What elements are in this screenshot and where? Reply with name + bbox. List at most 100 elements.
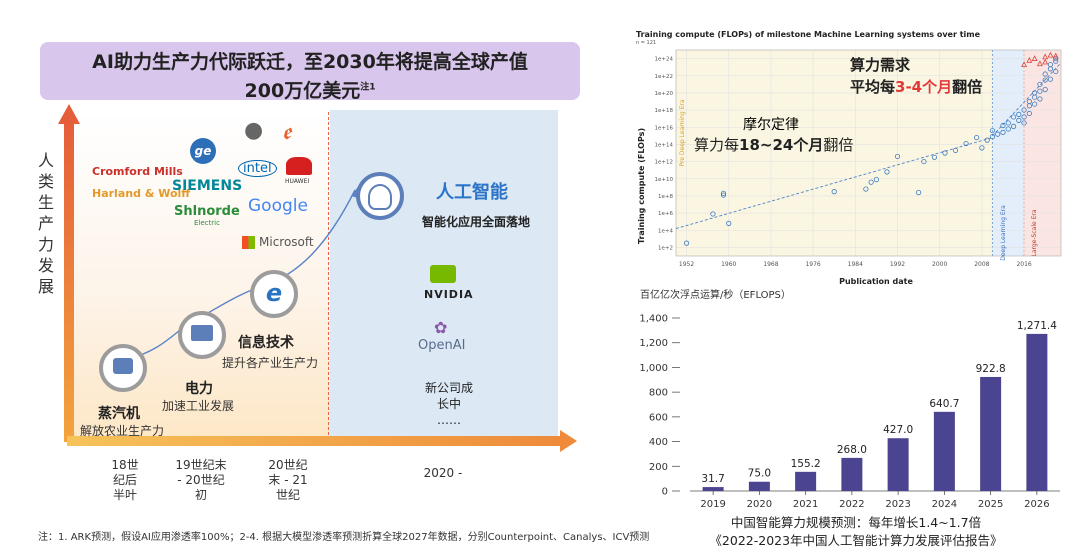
bar-caption-2: 《2022-2023年中国人工智能计算力发展评估报告》 xyxy=(709,533,1003,548)
bar-category-label: 2026 xyxy=(1024,499,1049,510)
logo-shlnorde: Shlnorde xyxy=(174,204,240,219)
x-label-20th-l1: 20世纪 xyxy=(268,458,308,472)
era-ai-sub: 智能化应用全面落地 xyxy=(422,215,531,229)
moore-law-pre: 算力每 xyxy=(694,136,739,154)
dl-region xyxy=(992,50,1025,256)
bar-y-tick-label: 1,200 xyxy=(640,338,668,349)
bar-value-labels: 31.7 75.0 155.2 268.0 427.0 640.7 922.8 1,271.4 xyxy=(701,320,1057,485)
x-label-19th: 19世纪末 - 20世纪 初 xyxy=(166,458,236,503)
bar xyxy=(795,471,817,491)
scatter-xlabel: Publication date xyxy=(839,277,913,286)
compute-scatter-chart: Training compute (FLOPs) of milestone Ma… xyxy=(636,30,1062,286)
x-tick-label: 1992 xyxy=(890,261,905,268)
era-ai-title: 人工智能 xyxy=(436,182,508,203)
y-tick-label: 1e+16 xyxy=(655,125,674,131)
bar xyxy=(933,411,955,491)
bar-value-label: 155.2 xyxy=(791,458,821,470)
moore-law-post: 翻倍 xyxy=(823,136,853,154)
x-label-19th-l3: 初 xyxy=(194,488,207,502)
x-arrow-head xyxy=(560,430,577,452)
factory-icon xyxy=(191,325,213,341)
headline-banner: AI助力生产力代际跃迁，至2030年将提高全球产值 200万亿美元注1 xyxy=(40,42,580,102)
bar xyxy=(748,481,770,491)
bar-value-label: 922.8 xyxy=(976,363,1006,375)
ie-browser-icon: e xyxy=(265,279,283,307)
y-axis-arrow xyxy=(64,122,74,442)
bar-y-tick-label: 400 xyxy=(649,437,668,448)
x-tick-label: 1952 xyxy=(679,261,694,268)
x-label-18th-l2: 纪后 xyxy=(112,473,137,487)
logo-intel: intel xyxy=(238,160,277,177)
bar-y-tick-label: 0 xyxy=(662,487,668,498)
scatter-subtitle: n = 121 xyxy=(636,40,656,46)
x-tick-label: 1968 xyxy=(763,261,778,268)
nvidia-logo-icon xyxy=(430,265,456,283)
x-label-19th-l1: 19世纪末 xyxy=(175,458,227,472)
bar-category-label: 2019 xyxy=(700,499,725,510)
logo-cromford-mills: Cromford Mills xyxy=(92,165,183,178)
x-label-18th-l3: 半叶 xyxy=(112,488,137,502)
compute-demand-post: 翻倍 xyxy=(952,78,982,96)
era-electric-title: 电力 xyxy=(185,381,213,397)
openai-logo-icon: ✿ xyxy=(434,318,448,337)
it-circle: e xyxy=(250,270,298,318)
logo-microsoft: Microsoft xyxy=(259,235,314,249)
bar-category-label: 2024 xyxy=(932,499,957,510)
bar-value-label: 640.7 xyxy=(929,398,959,410)
logo-siemens: SIEMENS xyxy=(172,178,243,194)
region-dl: Deep Learning Era xyxy=(1000,205,1007,261)
bar-y-tick-label: 1,400 xyxy=(640,314,668,325)
bar-category-label: 2021 xyxy=(793,499,818,510)
y-tick-label: 1e+4 xyxy=(658,228,673,234)
alibaba-logo-icon: ꬲ xyxy=(282,120,292,145)
y-tick-label: 1e+12 xyxy=(655,160,674,166)
bar-categories: 2019 2020 2021 2022 2023 2024 2025 2026 xyxy=(700,491,1050,510)
bar-value-label: 31.7 xyxy=(701,473,724,485)
bar xyxy=(702,487,724,491)
x-label-19th-l2: - 20世纪 xyxy=(177,473,225,487)
y-tick-label: 1e+14 xyxy=(655,142,674,148)
headline-line1: AI助力生产力代际跃迁，至2030年将提高全球产值 xyxy=(92,51,528,73)
compute-demand-line2: 平均每3-4个月翻倍 xyxy=(850,78,982,96)
era-it-title: 信息技术 xyxy=(238,335,294,351)
bar-category-label: 2025 xyxy=(978,499,1003,510)
logo-shlnorde-sub: Electric xyxy=(194,219,220,227)
bar-category-label: 2020 xyxy=(747,499,772,510)
x-label-18th: 18世 纪后 半叶 xyxy=(100,458,150,503)
bar-y-tick-label: 200 xyxy=(649,462,668,473)
bar xyxy=(841,457,863,491)
bar xyxy=(1026,333,1048,491)
x-tick-label: 1984 xyxy=(848,261,863,268)
bar xyxy=(980,376,1002,491)
new-companies-line1: 新公司成 xyxy=(424,381,473,395)
bar-y-tick-label: 1,000 xyxy=(640,363,668,374)
vertical-axis-label: 人类生产力发展 xyxy=(38,151,55,296)
steam-engine-circle xyxy=(99,344,147,392)
logo-nvidia: NVIDIA xyxy=(424,288,474,301)
new-companies-line2: 长中 xyxy=(436,397,461,411)
y-tick-label: 1e+6 xyxy=(658,211,673,217)
bar xyxy=(887,438,909,491)
bar-category-label: 2022 xyxy=(839,499,864,510)
compute-demand-highlight: 3-4个月 xyxy=(895,78,952,96)
moore-law-line1: 摩尔定律 xyxy=(743,116,799,133)
y-tick-label: 1e+18 xyxy=(655,108,674,114)
bar-ylabel: 百亿亿次浮点运算/秒（EFLOPS） xyxy=(640,288,791,301)
bar-value-label: 268.0 xyxy=(837,444,867,456)
y-tick-label: 1e+10 xyxy=(655,177,674,183)
y-arrow-head xyxy=(58,104,80,124)
x-label-2020-l1: 2020 - xyxy=(423,466,463,480)
train-icon xyxy=(113,358,133,374)
x-tick-label: 2016 xyxy=(1016,261,1031,268)
era-electric-sub: 加速工业发展 xyxy=(162,399,235,413)
apple-logo-icon: ● xyxy=(244,118,264,143)
compute-demand-line1: 算力需求 xyxy=(850,56,911,74)
ge-logo-icon: ge xyxy=(190,138,216,164)
era-steam-sub: 解放农业生产力 xyxy=(80,424,165,438)
bar-value-label: 75.0 xyxy=(748,468,771,480)
x-label-2020: 2020 - xyxy=(408,466,478,481)
bar-y-tick-label: 600 xyxy=(649,412,668,423)
logo-huawei-text: HUAWEI xyxy=(285,178,310,185)
new-companies-text: 新公司成 长中 …… xyxy=(414,380,484,428)
bar-category-label: 2023 xyxy=(885,499,910,510)
